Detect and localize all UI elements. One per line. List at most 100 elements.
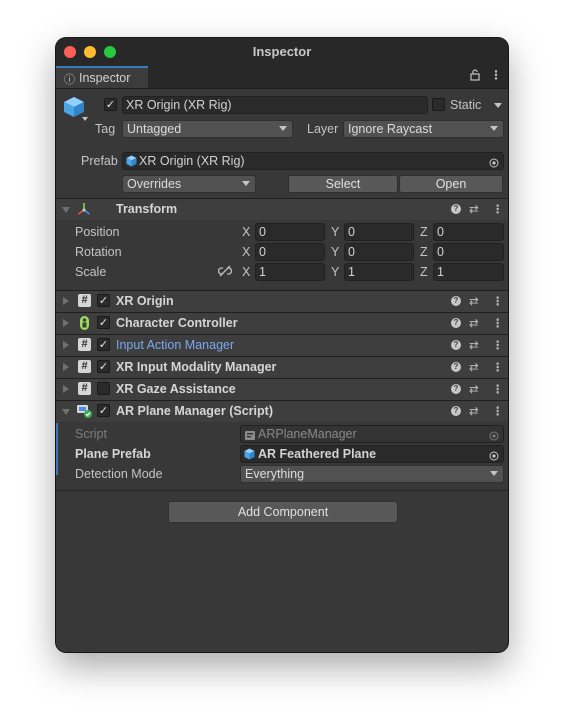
tab-inspector[interactable]: ⓘ Inspector	[56, 66, 148, 88]
chevron-down-icon	[490, 471, 498, 476]
transform-header[interactable]: Transform ? ⇄ ⋮	[56, 198, 508, 220]
presets-icon[interactable]: ⇄	[469, 294, 479, 308]
axis-z-label: Z	[420, 225, 428, 239]
rotation-label: Rotation	[75, 245, 122, 259]
object-picker-icon[interactable]	[489, 449, 499, 462]
component-xr-gaze-assistance[interactable]: # XR Gaze Assistance ? ⇄ ⋮	[56, 378, 508, 400]
component-xr-origin[interactable]: # ✓ XR Origin ? ⇄ ⋮	[56, 290, 508, 312]
kebab-menu-icon[interactable]: ⋮	[492, 360, 504, 374]
detection-mode-dropdown[interactable]: Everything	[240, 465, 504, 483]
foldout-collapsed-icon[interactable]	[63, 385, 69, 393]
kebab-menu-icon[interactable]: ⋮	[492, 294, 504, 308]
script-icon: #	[78, 360, 91, 373]
component-enabled-checkbox[interactable]: ✓	[97, 294, 110, 307]
presets-icon[interactable]: ⇄	[469, 316, 479, 330]
layer-dropdown[interactable]: Ignore Raycast	[343, 120, 504, 138]
constrain-proportions-icon[interactable]	[217, 265, 233, 280]
static-dropdown-icon[interactable]	[494, 103, 502, 108]
position-y-field[interactable]: 0	[344, 223, 414, 241]
object-name-field[interactable]: XR Origin (XR Rig)	[122, 96, 428, 114]
transform-title: Transform	[116, 202, 178, 216]
object-picker-icon[interactable]	[489, 156, 499, 169]
presets-icon[interactable]: ⇄	[469, 360, 479, 374]
kebab-menu-icon[interactable]: ⋮	[492, 202, 504, 216]
character-controller-icon	[77, 315, 92, 334]
axis-x-label: X	[242, 245, 251, 259]
plane-prefab-field[interactable]: AR Feathered Plane	[240, 445, 504, 463]
prefab-icon	[126, 155, 137, 169]
rotation-x-field[interactable]: 0	[255, 243, 325, 261]
help-icon[interactable]: ?	[451, 384, 461, 394]
foldout-expanded-icon[interactable]	[62, 207, 70, 213]
kebab-menu-icon[interactable]: ⋮	[492, 382, 504, 396]
help-icon[interactable]: ?	[451, 318, 461, 328]
help-icon[interactable]: ?	[451, 340, 461, 350]
tag-label: Tag	[95, 122, 116, 136]
component-name: XR Gaze Assistance	[116, 382, 236, 396]
chevron-down-icon	[490, 126, 498, 131]
scale-y-field[interactable]: 1	[344, 263, 414, 281]
overrides-dropdown[interactable]: Overrides	[122, 175, 256, 193]
plane-prefab-value: AR Feathered Plane	[258, 447, 377, 461]
axis-z-label: Z	[420, 245, 428, 259]
help-icon[interactable]: ?	[451, 406, 461, 416]
lock-icon[interactable]	[470, 69, 480, 84]
axis-y-label: Y	[331, 245, 340, 259]
select-button[interactable]: Select	[288, 175, 398, 193]
info-icon: ⓘ	[64, 74, 75, 86]
foldout-expanded-icon[interactable]	[62, 409, 70, 415]
scale-z-field[interactable]: 1	[433, 263, 504, 281]
add-component-button[interactable]: Add Component	[168, 501, 398, 523]
position-z-field[interactable]: 0	[433, 223, 504, 241]
icon-dropdown-icon[interactable]	[82, 117, 88, 121]
component-enabled-checkbox[interactable]: ✓	[97, 338, 110, 351]
help-icon[interactable]: ?	[451, 296, 461, 306]
component-character-controller[interactable]: ✓ Character Controller ? ⇄ ⋮	[56, 312, 508, 334]
component-xr-input-modality-manager[interactable]: # ✓ XR Input Modality Manager ? ⇄ ⋮	[56, 356, 508, 378]
kebab-menu-icon[interactable]: ⋮	[492, 404, 504, 418]
axis-x-label: X	[242, 225, 251, 239]
help-icon[interactable]: ?	[451, 362, 461, 372]
static-checkbox[interactable]	[432, 98, 445, 111]
rotation-z-field[interactable]: 0	[433, 243, 504, 261]
presets-icon[interactable]: ⇄	[469, 382, 479, 396]
component-ar-plane-manager[interactable]: ✓ AR Plane Manager (Script) ? ⇄ ⋮	[56, 400, 508, 422]
script-icon: #	[78, 338, 91, 351]
kebab-menu-icon[interactable]: ⋮	[492, 338, 504, 352]
window-title: Inspector	[252, 44, 312, 59]
position-label: Position	[75, 225, 120, 239]
scale-x-field[interactable]: 1	[255, 263, 325, 281]
divider	[56, 490, 508, 491]
component-input-action-manager[interactable]: # ✓ Input Action Manager ? ⇄ ⋮	[56, 334, 508, 356]
rotation-y-field[interactable]: 0	[344, 243, 414, 261]
axis-y-label: Y	[331, 265, 340, 279]
title-bar[interactable]: Inspector	[56, 38, 508, 66]
plane-prefab-label: Plane Prefab	[75, 447, 151, 461]
script-icon: #	[78, 382, 91, 395]
help-icon[interactable]: ?	[451, 204, 461, 214]
prefab-field[interactable]: XR Origin (XR Rig)	[122, 152, 504, 170]
component-enabled-checkbox[interactable]: ✓	[97, 316, 110, 329]
component-name: Input Action Manager	[116, 338, 235, 352]
script-value: ARPlaneManager	[258, 427, 357, 441]
foldout-collapsed-icon[interactable]	[63, 363, 69, 371]
ar-plane-manager-icon	[76, 403, 93, 422]
tag-dropdown[interactable]: Untagged	[122, 120, 293, 138]
presets-icon[interactable]: ⇄	[469, 202, 479, 216]
layer-value: Ignore Raycast	[348, 122, 433, 136]
foldout-collapsed-icon[interactable]	[63, 297, 69, 305]
script-label: Script	[75, 427, 107, 441]
presets-icon[interactable]: ⇄	[469, 338, 479, 352]
open-button[interactable]: Open	[399, 175, 503, 193]
component-enabled-checkbox[interactable]: ✓	[97, 360, 110, 373]
component-enabled-checkbox[interactable]: ✓	[97, 404, 110, 417]
foldout-collapsed-icon[interactable]	[63, 319, 69, 327]
position-x-field[interactable]: 0	[255, 223, 325, 241]
component-enabled-checkbox[interactable]	[97, 382, 110, 395]
active-checkbox[interactable]: ✓	[104, 98, 117, 111]
kebab-menu-icon[interactable]: ⋮	[492, 316, 504, 330]
foldout-collapsed-icon[interactable]	[63, 341, 69, 349]
presets-icon[interactable]: ⇄	[469, 404, 479, 418]
kebab-menu-icon[interactable]: ⋮	[490, 68, 502, 82]
axis-y-label: Y	[331, 225, 340, 239]
